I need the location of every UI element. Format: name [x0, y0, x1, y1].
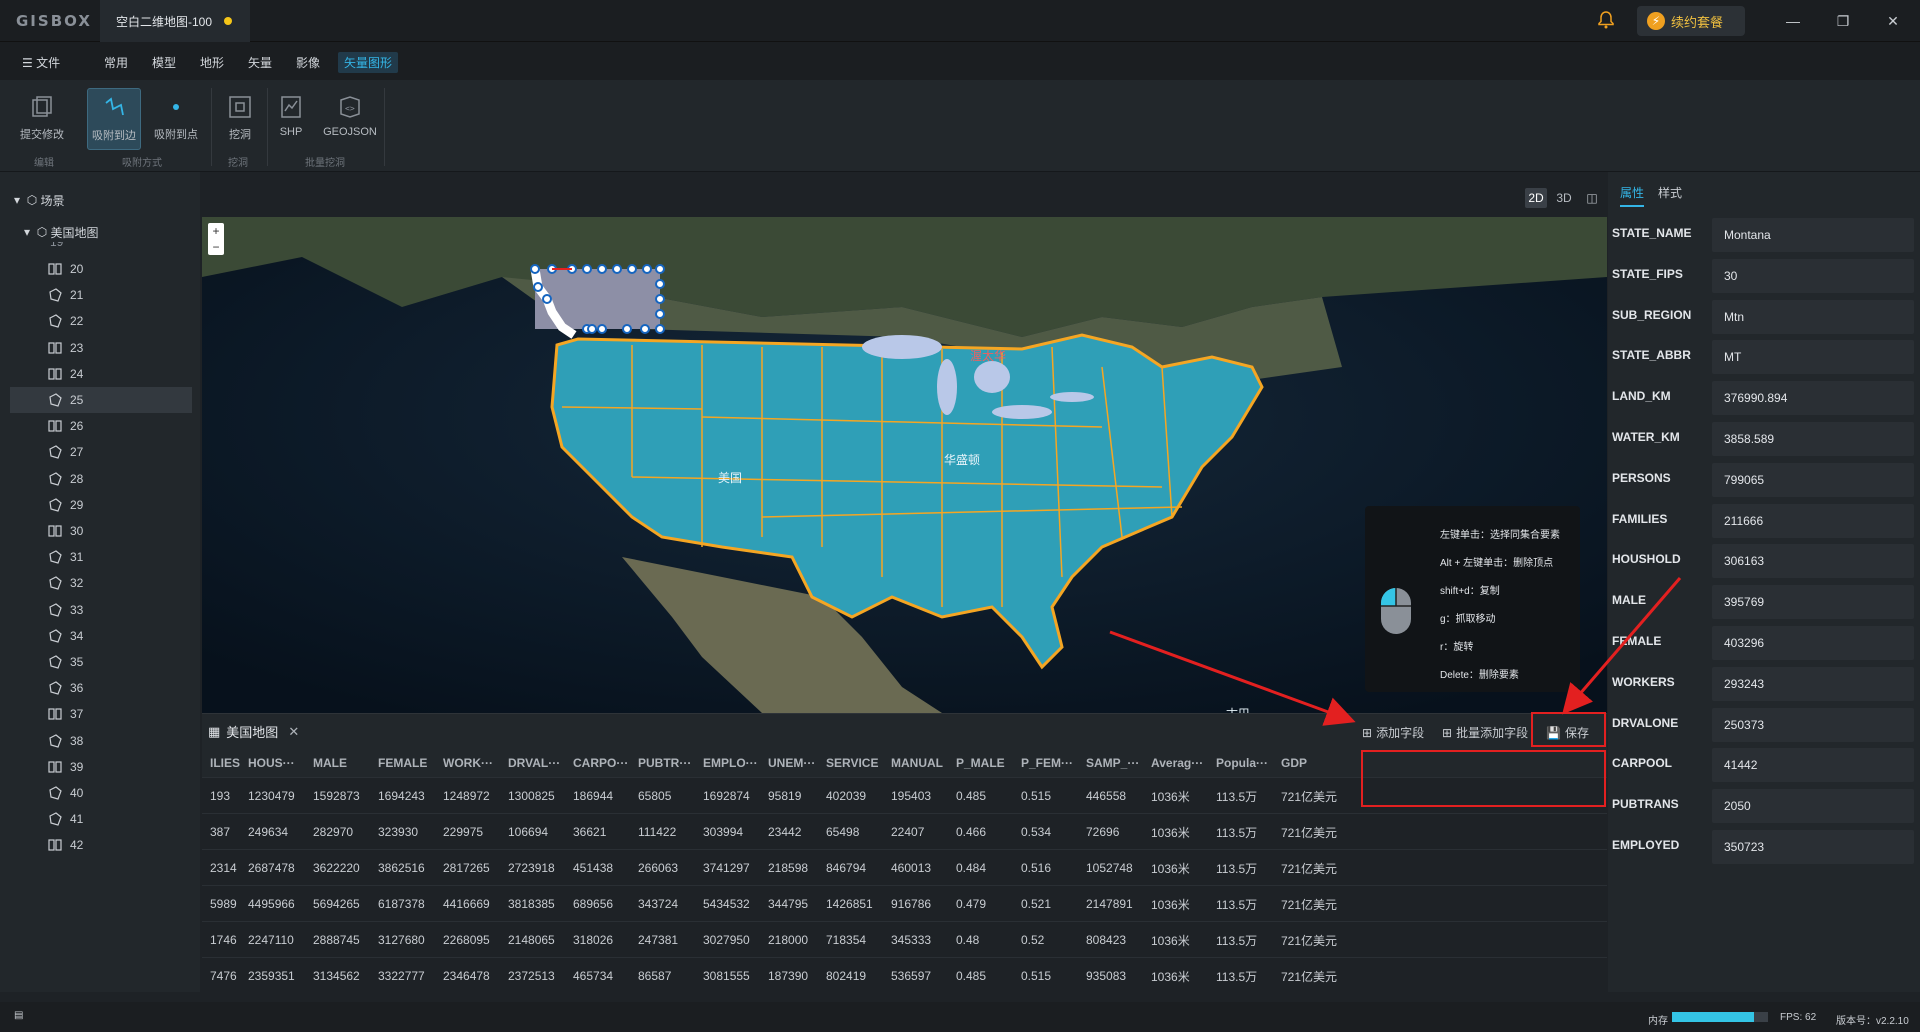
- arrow-to-save: [1562, 577, 1682, 715]
- annotation-arrows: [1109, 577, 1682, 726]
- arrow-to-fields: [1109, 630, 1356, 726]
